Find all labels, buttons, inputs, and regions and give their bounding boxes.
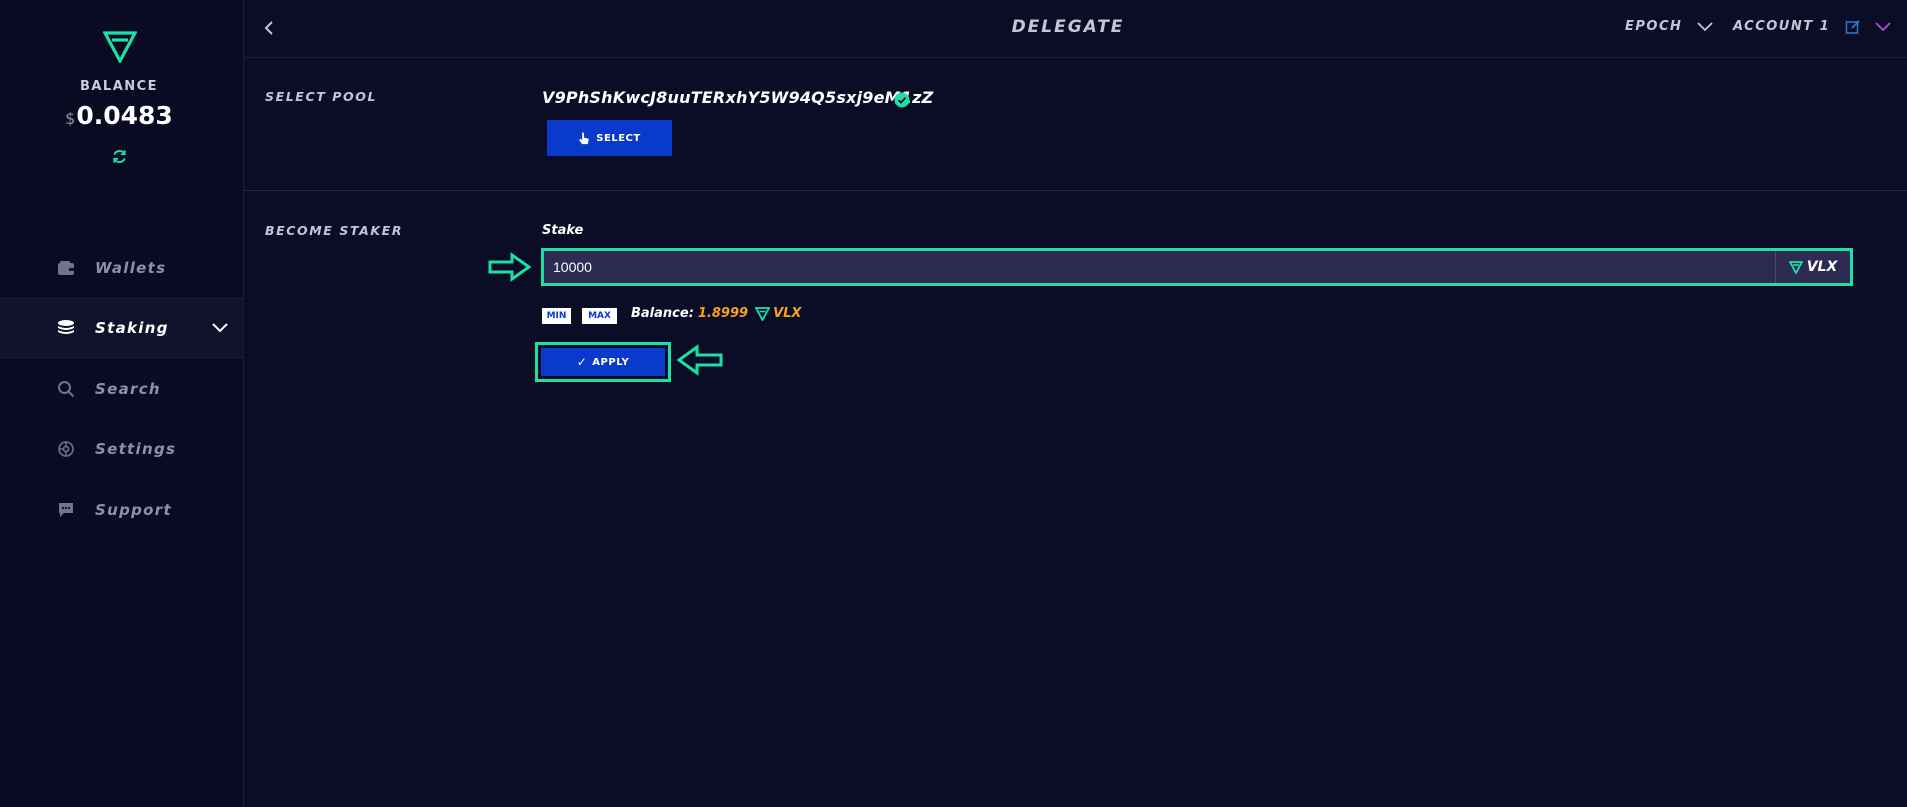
section-divider xyxy=(244,190,1907,191)
balance-amount: $0.0483 xyxy=(0,101,238,130)
max-button[interactable]: MAX xyxy=(582,308,617,324)
balance-value: 0.0483 xyxy=(76,101,173,130)
account-selector[interactable]: ACCOUNT 1 xyxy=(1733,19,1830,34)
select-pool-label: SELECT POOL xyxy=(265,89,378,104)
apply-button[interactable]: ✓ APPLY xyxy=(541,348,665,376)
chevron-down-icon[interactable] xyxy=(211,319,229,337)
epoch-button[interactable]: EPOCH xyxy=(1625,19,1682,34)
velas-logo-icon xyxy=(755,306,771,321)
sidebar-item-settings[interactable]: Settings xyxy=(0,419,243,479)
pool-address: V9PhShKwcJ8uuTERxhY5W94Q5sxj9eM1zZ xyxy=(542,88,934,107)
edit-icon[interactable] xyxy=(1845,19,1861,35)
velas-logo-icon xyxy=(1788,260,1803,274)
sidebar-item-label: Support xyxy=(95,501,172,519)
hand-pointer-icon xyxy=(579,131,590,144)
sidebar-item-staking[interactable]: Staking xyxy=(0,298,243,358)
select-button-label: SELECT xyxy=(596,132,641,144)
chat-bubble-icon xyxy=(56,500,76,520)
chevron-down-icon[interactable] xyxy=(1874,19,1892,35)
settings-icon xyxy=(56,439,76,459)
apply-button-highlight: ✓ APPLY xyxy=(535,342,671,382)
stake-unit-label: VLX xyxy=(1806,259,1838,275)
min-button[interactable]: MIN xyxy=(542,308,571,324)
search-icon xyxy=(56,379,76,399)
chevron-down-icon[interactable] xyxy=(1696,19,1714,35)
verified-check-icon xyxy=(894,92,910,108)
top-header: DELEGATE EPOCH ACCOUNT 1 xyxy=(244,0,1907,58)
sidebar-item-support[interactable]: Support xyxy=(0,480,243,540)
sidebar-item-label: Wallets xyxy=(95,259,167,277)
sidebar-item-label: Settings xyxy=(95,440,177,458)
stake-input[interactable] xyxy=(544,251,1777,283)
become-staker-label: BECOME STAKER xyxy=(265,223,404,238)
balance-amount: 1.8999 xyxy=(697,306,749,321)
balance-unit: VLX xyxy=(773,306,802,321)
refresh-icon[interactable] xyxy=(111,148,128,165)
balance-label: Balance: xyxy=(631,306,694,321)
sidebar-item-label: Search xyxy=(95,380,161,398)
stake-label: Stake xyxy=(542,223,584,238)
sidebar: BALANCE $0.0483 Wallets Staking Search S… xyxy=(0,0,244,807)
check-icon: ✓ xyxy=(576,355,588,369)
left-arrow-icon xyxy=(676,344,723,376)
sidebar-item-search[interactable]: Search xyxy=(0,359,243,419)
select-pool-button[interactable]: SELECT xyxy=(547,120,672,156)
sidebar-item-wallets[interactable]: Wallets xyxy=(0,238,243,298)
apply-button-label: APPLY xyxy=(592,356,630,368)
available-balance: Balance: 1.8999 VLX xyxy=(631,306,801,321)
coins-stack-icon xyxy=(56,318,76,338)
right-arrow-icon xyxy=(488,252,532,282)
balance-label: BALANCE xyxy=(79,79,159,94)
velas-logo-icon xyxy=(103,31,137,63)
currency-symbol: $ xyxy=(65,109,76,128)
sidebar-item-label: Staking xyxy=(95,319,169,337)
wallet-icon xyxy=(56,258,76,278)
stake-unit: VLX xyxy=(1775,251,1850,283)
stake-input-group: VLX xyxy=(541,248,1853,286)
